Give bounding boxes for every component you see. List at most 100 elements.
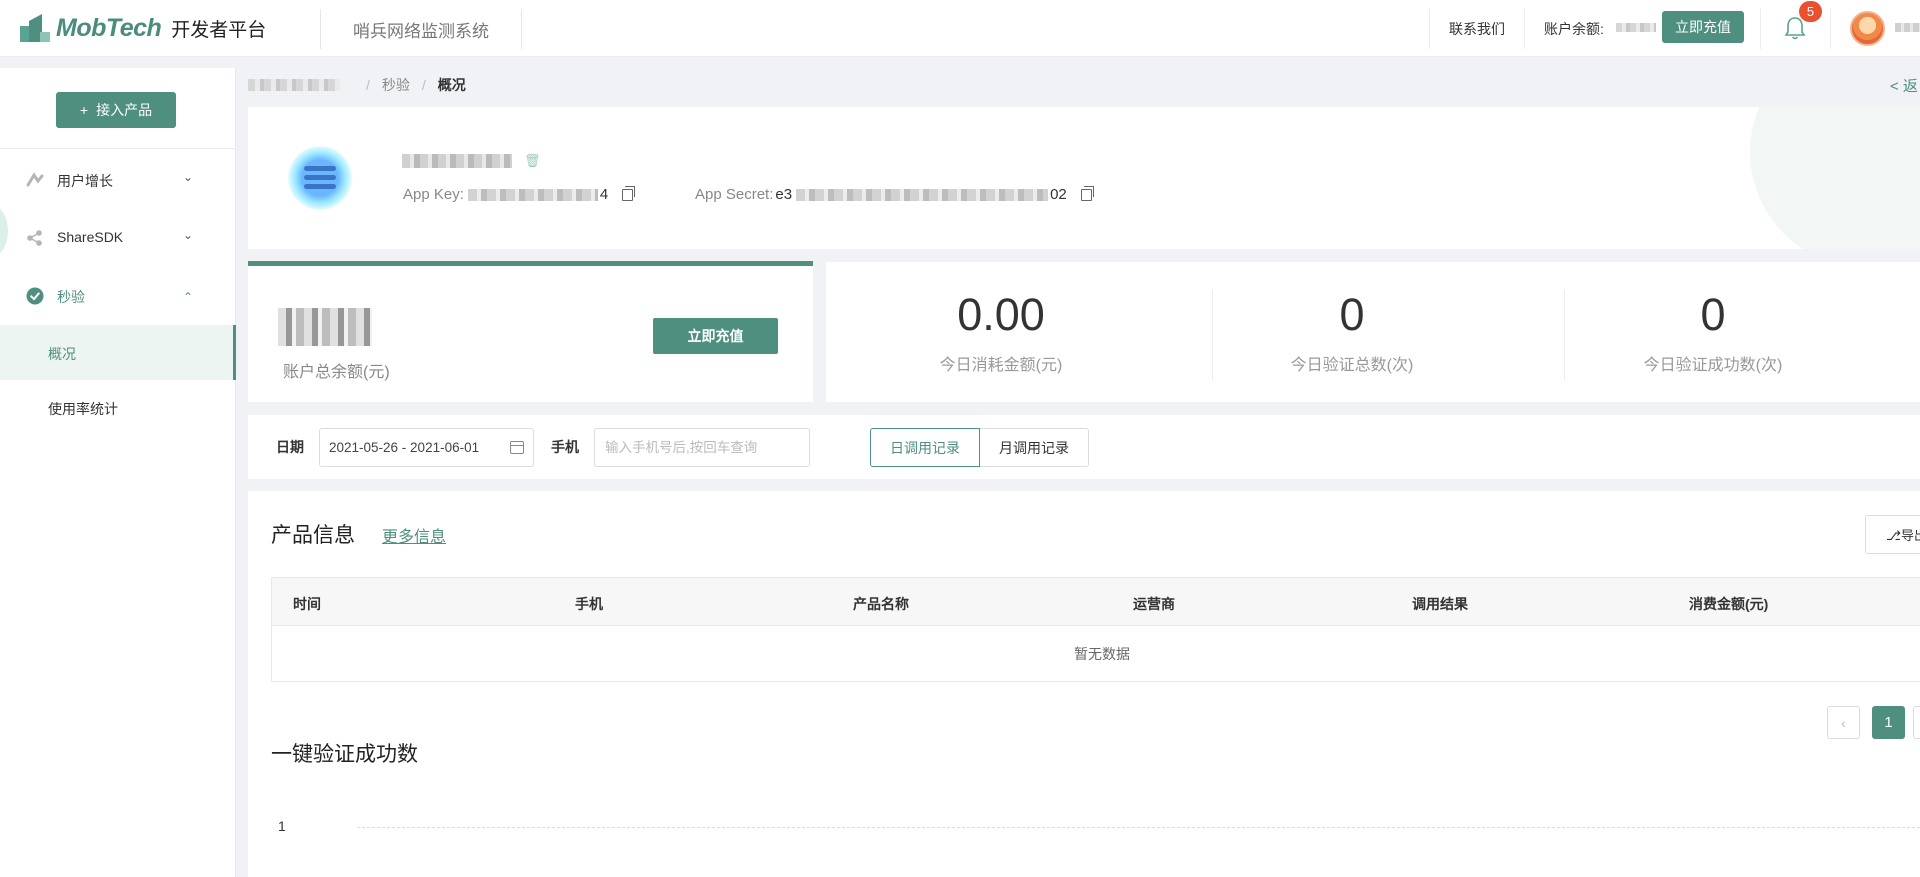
username-redacted[interactable]	[1895, 23, 1920, 32]
stat-label: 今日验证总数(次)	[1290, 357, 1414, 374]
column-header: 时间	[293, 596, 321, 612]
stat-today-success: 0 今日验证成功数(次)	[1538, 292, 1888, 375]
app-key-label: App Key:	[403, 186, 464, 203]
brand-name: MobTech	[56, 13, 162, 42]
stat-today-total: 0 今日验证总数(次)	[1177, 292, 1527, 375]
breadcrumb-item[interactable]: 秒验	[382, 75, 410, 95]
date-range-value: 2021-05-26 - 2021-06-01	[329, 440, 480, 455]
app-secret-label: App Secret:	[695, 186, 774, 203]
system-name[interactable]: 哨兵网络监测系统	[353, 17, 489, 42]
table-body: 暂无数据	[272, 626, 1920, 681]
tab-daily-records[interactable]: 日调用记录	[870, 428, 980, 467]
column-header: 消费金额(元)	[1689, 596, 1769, 612]
app-key-row: App Key: 4	[403, 185, 636, 203]
recharge-button[interactable]: 立即充值	[653, 318, 778, 354]
breadcrumb-app-name-redacted[interactable]	[248, 79, 340, 91]
account-balance-value-redacted	[1616, 23, 1656, 32]
column-header: 产品名称	[853, 596, 909, 612]
sidebar-subitem-label: 使用率统计	[48, 401, 118, 417]
header-divider	[1524, 9, 1525, 49]
app-secret-suffix: 02	[1050, 186, 1067, 203]
pagination-prev-button[interactable]: ‹	[1827, 706, 1860, 739]
share-icon	[27, 230, 42, 246]
sidebar: + 接入产品 用户增长 ⌄ ShareSDK ⌄ 秒验 ⌃ 概况 使用率统计	[0, 68, 236, 877]
filter-bar: 日期 2021-05-26 - 2021-06-01 手机 日调用记录 月调用记…	[248, 415, 1920, 479]
phone-label: 手机	[551, 439, 579, 455]
empty-state: 暂无数据	[1074, 646, 1130, 662]
product-info-title: 产品信息	[271, 524, 355, 547]
add-product-label: 接入产品	[96, 102, 153, 118]
breadcrumb-separator: /	[366, 77, 370, 93]
tab-monthly-records[interactable]: 月调用记录	[979, 428, 1089, 467]
chevron-up-icon: ⌃	[183, 290, 194, 304]
sidebar-item-sharesdk[interactable]: ShareSDK ⌄	[0, 210, 236, 266]
verify-icon	[26, 287, 44, 305]
export-label: 导出	[1900, 528, 1920, 543]
success-chart-title: 一键验证成功数	[271, 743, 418, 766]
header-divider	[521, 9, 522, 49]
chart-grid-line	[357, 827, 1920, 828]
account-balance-label: 账户余额:	[1544, 21, 1604, 37]
breadcrumb: / 秒验 / 概况	[248, 75, 466, 95]
add-product-button[interactable]: + 接入产品	[56, 92, 176, 128]
stat-value: 0.00	[957, 289, 1045, 340]
sidebar-item-label: 秒验	[57, 289, 85, 305]
sidebar-divider	[0, 148, 236, 149]
balance-label: 账户总余额(元)	[283, 364, 390, 381]
chevron-down-icon: ⌄	[183, 228, 194, 242]
sidebar-subitem-usage-stats[interactable]: 使用率统计	[0, 380, 236, 435]
avatar[interactable]	[1850, 11, 1885, 46]
chevron-down-icon: ⌄	[183, 170, 194, 184]
chart-y-tick-label: 1	[278, 818, 286, 834]
stat-value: 0	[1339, 289, 1365, 340]
balance-value-redacted	[278, 308, 372, 346]
logo[interactable]: MobTech 开发者平台	[20, 10, 266, 46]
card-decoration	[1750, 107, 1920, 249]
stat-value: 0	[1700, 289, 1726, 340]
records-table: 时间 手机 产品名称 运营商 调用结果 消费金额(元) 暂无数据	[271, 577, 1920, 682]
header-divider	[1830, 9, 1831, 49]
pagination-page-1[interactable]: 1	[1872, 706, 1905, 739]
sidebar-item-miaoyan[interactable]: 秒验 ⌃	[0, 268, 236, 324]
more-info-link[interactable]: 更多信息	[382, 523, 446, 547]
export-icon: ⎇	[1886, 528, 1901, 543]
mobtech-logo-icon	[20, 14, 50, 42]
back-link[interactable]: < 返	[1890, 75, 1918, 96]
sidebar-subitem-overview[interactable]: 概况	[0, 325, 236, 380]
breadcrumb-separator: /	[421, 77, 426, 93]
app-key-value-redacted	[467, 188, 598, 201]
breadcrumb-current: 概况	[437, 77, 466, 93]
sidebar-item-label: 用户增长	[57, 173, 113, 189]
column-header: 手机	[575, 596, 603, 612]
sidebar-subitem-label: 概况	[48, 346, 76, 362]
product-info-section: 产品信息 更多信息 ⎇导出 时间 手机 产品名称 运营商 调用结果 消费金额(元…	[248, 491, 1920, 877]
sidebar-item-label: ShareSDK	[57, 229, 124, 245]
header-divider	[320, 9, 321, 49]
app-secret-value-redacted	[796, 188, 1049, 201]
balance-card: 账户总余额(元) 立即充值	[248, 261, 813, 402]
app-info-card: 🗑 App Key: 4 App Secret: e3 02	[248, 107, 1920, 249]
app-secret-row: App Secret: e3 02	[695, 185, 1094, 203]
copy-icon[interactable]	[1080, 185, 1094, 201]
date-range-picker[interactable]: 2021-05-26 - 2021-06-01	[319, 428, 534, 467]
sidebar-item-user-growth[interactable]: 用户增长 ⌄	[0, 152, 236, 208]
notification-badge: 5	[1799, 1, 1822, 22]
column-header: 调用结果	[1412, 596, 1468, 612]
column-header: 运营商	[1133, 596, 1175, 612]
app-name-redacted	[402, 154, 512, 168]
header-recharge-button[interactable]: 立即充值	[1662, 11, 1744, 43]
export-button[interactable]: ⎇导出	[1865, 515, 1920, 554]
app-secret-prefix: e3	[775, 186, 793, 203]
copy-icon[interactable]	[622, 185, 636, 201]
platform-name: 开发者平台	[171, 19, 267, 41]
pagination-next-button[interactable]	[1913, 706, 1920, 739]
calendar-icon	[510, 441, 524, 454]
contact-us-link[interactable]: 联系我们	[1449, 19, 1505, 39]
app-logo-icon	[288, 146, 352, 210]
phone-search-input[interactable]	[594, 428, 810, 467]
table-header: 时间 手机 产品名称 运营商 调用结果 消费金额(元)	[272, 578, 1920, 626]
today-stats-card: 0.00 今日消耗金额(元) 0 今日验证总数(次) 0 今日验证成功数(次)	[826, 262, 1920, 402]
stat-label: 今日消耗金额(元)	[939, 357, 1063, 374]
stat-label: 今日验证成功数(次)	[1643, 357, 1783, 374]
delete-icon[interactable]: 🗑	[524, 153, 541, 169]
